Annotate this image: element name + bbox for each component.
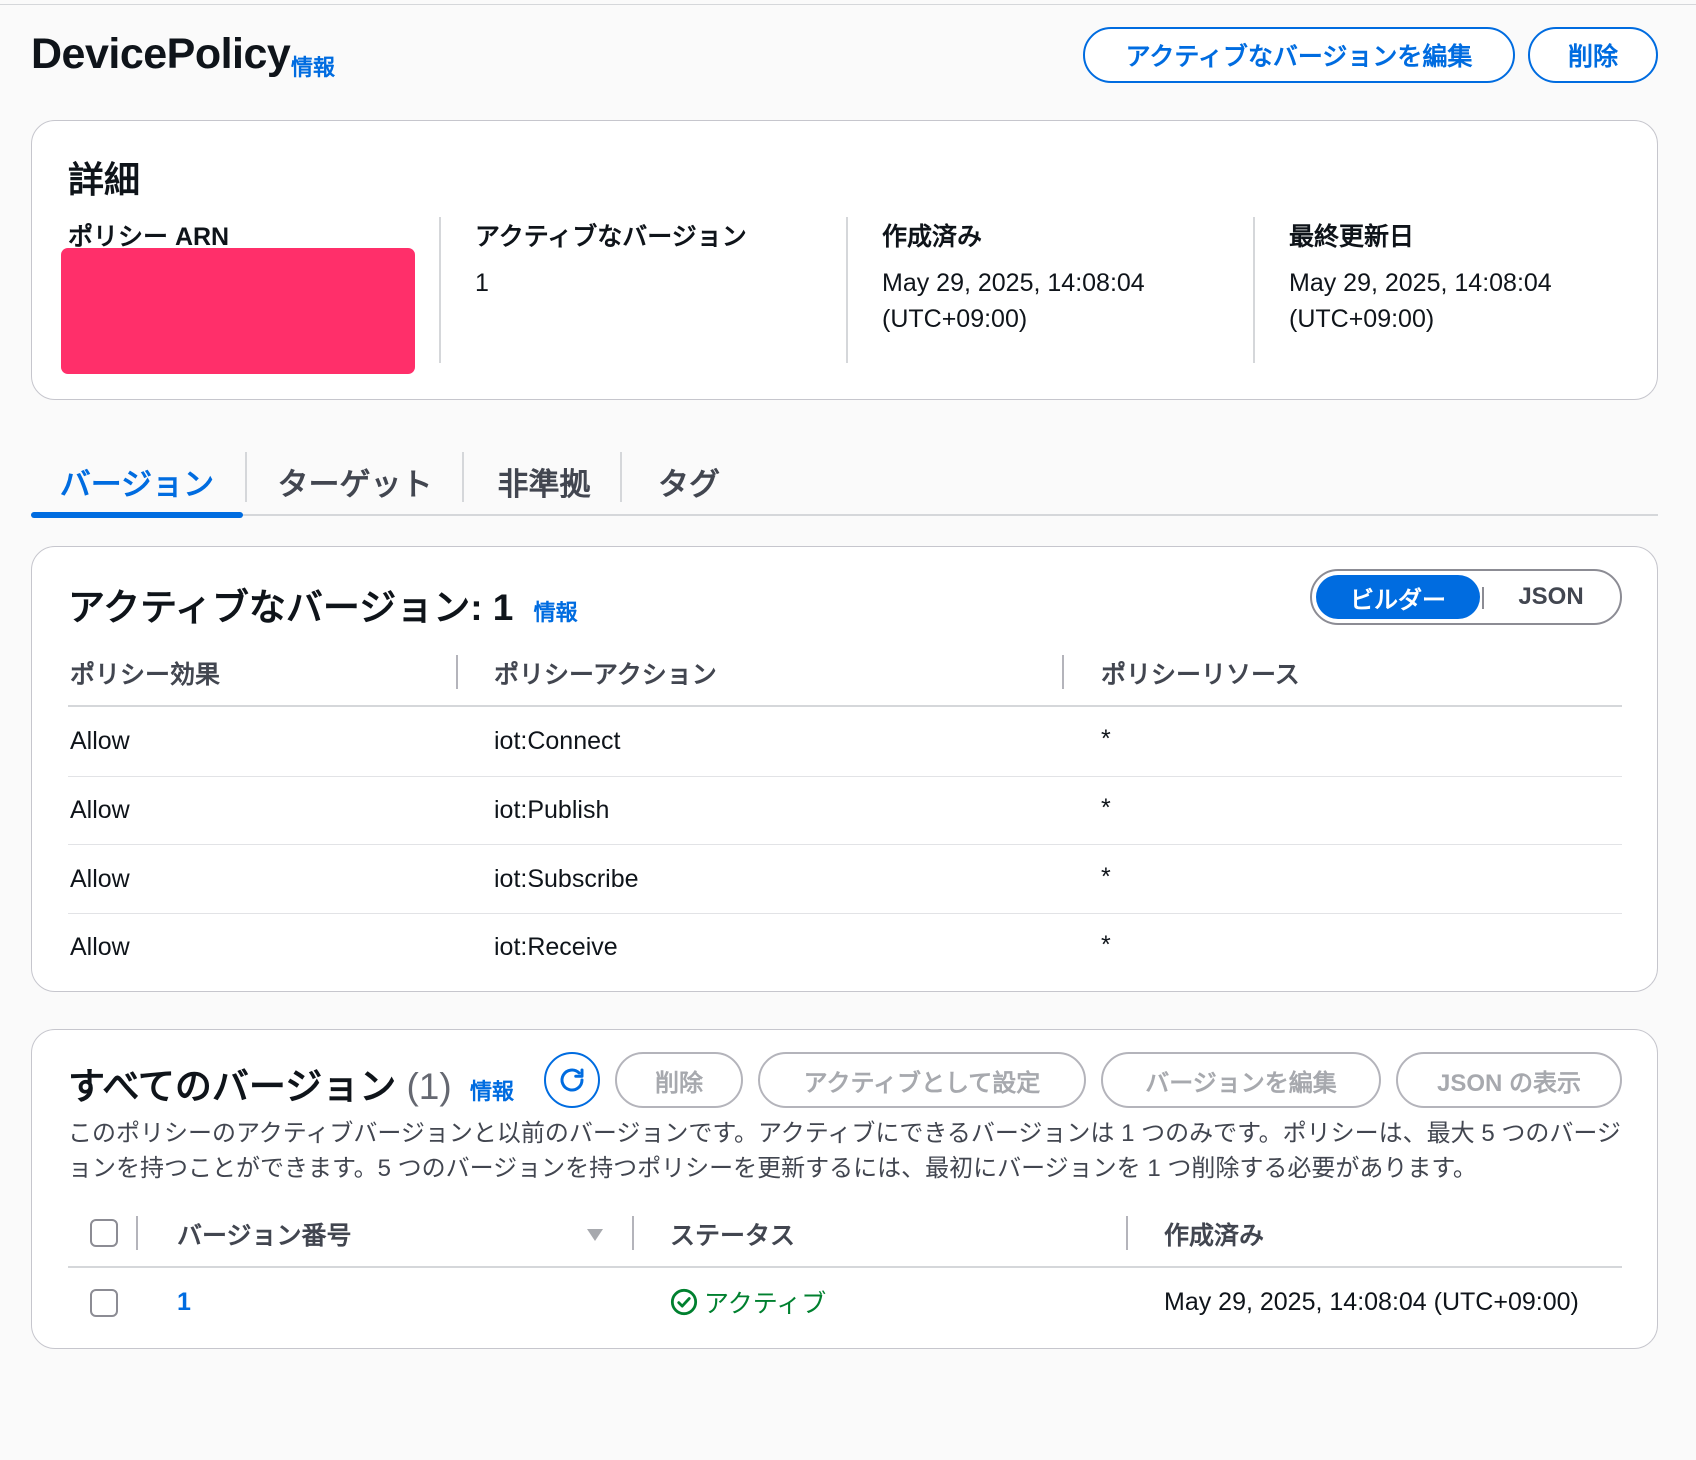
info-link[interactable]: 情報 (470, 1079, 514, 1104)
success-check-icon (670, 1288, 698, 1316)
sort-descending-icon[interactable] (586, 1228, 604, 1242)
tab-targets[interactable]: ターゲット (249, 448, 461, 514)
policy-effect-cell: Allow (70, 727, 130, 755)
active-version-heading-text: アクティブなバージョン: 1 (68, 587, 514, 628)
policy-resource-cell: * (1101, 725, 1111, 753)
policy-resource-cell: * (1101, 794, 1111, 822)
column-header-status: ステータス (670, 1222, 796, 1250)
version-number-link[interactable]: 1 (177, 1288, 191, 1317)
last-updated-label: 最終更新日 (1289, 223, 1415, 251)
tab-noncompliant[interactable]: 非準拠 (466, 448, 622, 514)
refresh-icon (560, 1068, 584, 1092)
top-divider (0, 4, 1696, 5)
column-divider (439, 217, 441, 363)
created-label: 作成済み (882, 223, 983, 251)
tab-divider (245, 452, 247, 502)
column-resize-handle[interactable] (1126, 1216, 1128, 1250)
row-divider (68, 776, 1622, 777)
status-label: アクティブ (704, 1290, 827, 1318)
delete-policy-button[interactable]: 削除 (1528, 27, 1658, 83)
all-versions-heading: すべてのバージョン (1) 情報 (68, 1056, 514, 1110)
last-updated-value-line1: May 29, 2025, 14:08:04 (1289, 269, 1552, 297)
builder-view-option[interactable]: ビルダー (1316, 575, 1480, 619)
row-select-checkbox[interactable] (90, 1289, 118, 1317)
created-value-line2: (UTC+09:00) (882, 305, 1028, 333)
column-divider (1253, 217, 1255, 363)
policy-action-cell: iot:Subscribe (494, 865, 639, 893)
created-value-line1: May 29, 2025, 14:08:04 (882, 269, 1145, 297)
edit-version-button[interactable]: バージョンを編集 (1101, 1052, 1381, 1108)
policy-effect-cell: Allow (70, 865, 130, 893)
delete-version-button[interactable]: 削除 (615, 1052, 743, 1108)
view-mode-toggle: ビルダー JSON (1310, 569, 1622, 625)
row-divider (68, 844, 1622, 845)
all-versions-container: すべてのバージョン (1) 情報 削除 アクティブとして設定 バージョンを編集 … (31, 1029, 1658, 1349)
policy-action-cell: iot:Receive (494, 933, 618, 961)
column-header-effect: ポリシー効果 (70, 661, 221, 689)
set-active-button[interactable]: アクティブとして設定 (758, 1052, 1086, 1108)
info-link[interactable]: 情報 (534, 600, 578, 625)
all-versions-heading-text: すべてのバージョン (68, 1066, 397, 1107)
info-link[interactable]: 情報 (291, 50, 335, 82)
tab-divider (620, 452, 622, 502)
toggle-divider (1482, 587, 1484, 609)
details-container: 詳細 ポリシー ARN アクティブなバージョン 1 作成済み May 29, 2… (31, 120, 1658, 400)
versions-description: このポリシーのアクティブバージョンと以前のバージョンです。アクティブにできるバー… (68, 1120, 1621, 1182)
policy-effect-cell: Allow (70, 796, 130, 824)
column-resize-handle[interactable] (1062, 655, 1064, 689)
last-updated-field: 最終更新日 May 29, 2025, 14:08:04 (UTC+09:00) (1289, 217, 1629, 367)
active-version-label: アクティブなバージョン (475, 223, 747, 251)
column-resize-handle[interactable] (632, 1216, 634, 1250)
active-version-field: アクティブなバージョン 1 (475, 217, 815, 367)
active-version-value: 1 (475, 269, 489, 297)
column-header-action: ポリシーアクション (494, 661, 717, 689)
table-header-divider (68, 1266, 1622, 1268)
page-header: DevicePolicy 情報 アクティブなバージョンを編集 削除 (31, 27, 1658, 90)
column-divider (846, 217, 848, 363)
tab-list: バージョン ターゲット 非準拠 タグ (31, 448, 1658, 518)
policy-effect-cell: Allow (70, 933, 130, 961)
version-created-cell: May 29, 2025, 14:08:04 (UTC+09:00) (1164, 1288, 1579, 1316)
version-count: (1) (406, 1066, 452, 1107)
page-title: DevicePolicy (31, 30, 291, 78)
column-header-version-number[interactable]: バージョン番号 (177, 1216, 352, 1252)
edit-active-version-button[interactable]: アクティブなバージョンを編集 (1083, 27, 1515, 83)
policy-resource-cell: * (1101, 931, 1111, 959)
column-resize-handle[interactable] (136, 1216, 138, 1250)
select-all-checkbox[interactable] (90, 1219, 118, 1247)
redacted-arn-value (61, 248, 415, 374)
view-json-button[interactable]: JSON の表示 (1396, 1052, 1622, 1108)
policy-action-cell: iot:Connect (494, 727, 621, 755)
json-view-option[interactable]: JSON (1488, 575, 1614, 619)
policy-action-cell: iot:Publish (494, 796, 610, 824)
row-divider (68, 913, 1622, 914)
column-header-resource: ポリシーリソース (1101, 661, 1300, 689)
column-header-created: 作成済み (1164, 1222, 1265, 1250)
column-resize-handle[interactable] (456, 655, 458, 689)
refresh-button[interactable] (544, 1052, 600, 1108)
created-field: 作成済み May 29, 2025, 14:08:04 (UTC+09:00) (882, 217, 1222, 367)
tab-tags[interactable]: タグ (624, 448, 754, 514)
active-version-container: アクティブなバージョン: 1 情報 ビルダー JSON ポリシー効果 ポリシーア… (31, 546, 1658, 992)
policy-resource-cell: * (1101, 863, 1111, 891)
active-version-heading: アクティブなバージョン: 1 情報 (68, 577, 578, 631)
tab-divider (462, 452, 464, 502)
table-header-divider (68, 705, 1622, 707)
status-active: アクティブ (670, 1284, 826, 1320)
last-updated-value-line2: (UTC+09:00) (1289, 305, 1435, 333)
details-heading: 詳細 (68, 159, 141, 200)
tab-versions[interactable]: バージョン (31, 448, 243, 518)
